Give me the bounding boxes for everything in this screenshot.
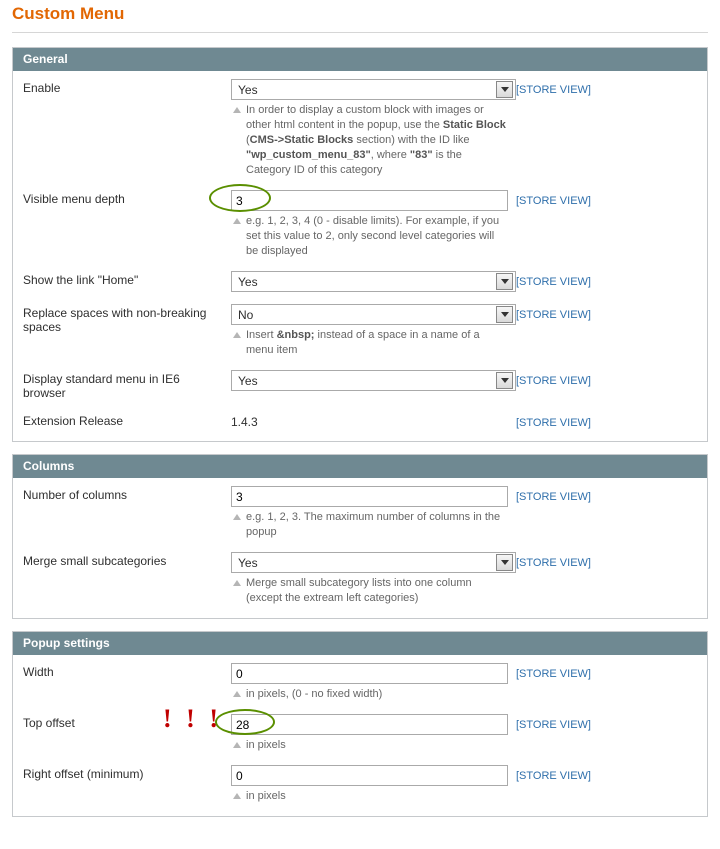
select-ie6[interactable]: Yes — [231, 370, 516, 391]
row-popup-right: Right offset (minimum) in pixels [STORE … — [13, 757, 707, 816]
row-columns-merge: Merge small subcategories Yes Merge smal… — [13, 544, 707, 618]
label-enable: Enable — [23, 79, 231, 95]
hint-popup-right: in pixels — [231, 789, 508, 804]
scope-link[interactable]: [STORE VIEW] — [516, 375, 591, 387]
chevron-down-icon — [501, 312, 509, 317]
select-nbsp-value: No — [238, 308, 253, 322]
select-home-value: Yes — [238, 275, 258, 289]
section-popup: Popup settings Width in pixels, (0 - no … — [12, 631, 708, 817]
row-enable: Enable Yes In order to display a custom … — [13, 71, 707, 182]
section-header-popup: Popup settings — [13, 632, 707, 655]
hint-columns-merge: Merge small subcategory lists into one c… — [231, 576, 508, 606]
select-merge-value: Yes — [238, 556, 258, 570]
chevron-down-icon — [501, 87, 509, 92]
row-home: Show the link "Home" Yes [STORE VIEW] — [13, 263, 707, 296]
label-release: Extension Release — [23, 412, 231, 428]
divider — [12, 32, 708, 33]
select-enable-value: Yes — [238, 83, 258, 97]
row-popup-width: Width in pixels, (0 - no fixed width) [S… — [13, 655, 707, 706]
scope-link[interactable]: [STORE VIEW] — [516, 309, 591, 321]
section-general: General Enable Yes In order to display a… — [12, 47, 708, 442]
hint-arrow-icon — [233, 691, 241, 697]
row-columns-count: Number of columns e.g. 1, 2, 3. The maxi… — [13, 478, 707, 544]
section-header-general: General — [13, 48, 707, 71]
row-nbsp: Replace spaces with non-breaking spaces … — [13, 296, 707, 362]
row-ie6: Display standard menu in IE6 browser Yes… — [13, 362, 707, 404]
hint-columns-count: e.g. 1, 2, 3. The maximum number of colu… — [231, 510, 508, 540]
scope-link[interactable]: [STORE VIEW] — [516, 668, 591, 680]
dropdown-button[interactable] — [496, 306, 513, 323]
page-title: Custom Menu — [12, 0, 708, 26]
hint-arrow-icon — [233, 793, 241, 799]
hint-arrow-icon — [233, 332, 241, 338]
scope-link[interactable]: [STORE VIEW] — [516, 195, 591, 207]
label-columns-merge: Merge small subcategories — [23, 552, 231, 568]
label-columns-count: Number of columns — [23, 486, 231, 502]
scope-link[interactable]: [STORE VIEW] — [516, 770, 591, 782]
label-nbsp: Replace spaces with non-breaking spaces — [23, 304, 231, 334]
input-columns-count[interactable] — [231, 486, 508, 507]
dropdown-button[interactable] — [496, 81, 513, 98]
dropdown-button[interactable] — [496, 554, 513, 571]
chevron-down-icon — [501, 279, 509, 284]
section-header-columns: Columns — [13, 455, 707, 478]
hint-depth: e.g. 1, 2, 3, 4 (0 - disable limits). Fo… — [231, 214, 508, 259]
hint-popup-top: in pixels — [231, 738, 508, 753]
hint-popup-width: in pixels, (0 - no fixed width) — [231, 687, 508, 702]
hint-arrow-icon — [233, 514, 241, 520]
dropdown-button[interactable] — [496, 372, 513, 389]
label-popup-top: Top offset — [23, 714, 231, 730]
scope-link[interactable]: [STORE VIEW] — [516, 84, 591, 96]
input-popup-width[interactable] — [231, 663, 508, 684]
hint-enable: In order to display a custom block with … — [231, 103, 508, 178]
row-release: Extension Release 1.4.3 [STORE VIEW] — [13, 404, 707, 441]
hint-arrow-icon — [233, 742, 241, 748]
chevron-down-icon — [501, 560, 509, 565]
label-ie6: Display standard menu in IE6 browser — [23, 370, 231, 400]
select-ie6-value: Yes — [238, 374, 258, 388]
scope-link[interactable]: [STORE VIEW] — [516, 276, 591, 288]
label-popup-width: Width — [23, 663, 231, 679]
input-popup-top[interactable] — [231, 714, 508, 735]
select-merge[interactable]: Yes — [231, 552, 516, 573]
scope-link[interactable]: [STORE VIEW] — [516, 417, 591, 429]
input-popup-right[interactable] — [231, 765, 508, 786]
select-home[interactable]: Yes — [231, 271, 516, 292]
hint-arrow-icon — [233, 107, 241, 113]
select-enable[interactable]: Yes — [231, 79, 516, 100]
select-nbsp[interactable]: No — [231, 304, 516, 325]
input-visible-menu-depth[interactable] — [231, 190, 508, 211]
hint-arrow-icon — [233, 218, 241, 224]
hint-arrow-icon — [233, 580, 241, 586]
label-depth: Visible menu depth — [23, 190, 231, 206]
row-popup-top: Top offset in pixels [STORE VIEW] ! ! ! — [13, 706, 707, 757]
scope-link[interactable]: [STORE VIEW] — [516, 491, 591, 503]
chevron-down-icon — [501, 378, 509, 383]
hint-nbsp: Insert &nbsp; instead of a space in a na… — [231, 328, 508, 358]
dropdown-button[interactable] — [496, 273, 513, 290]
scope-link[interactable]: [STORE VIEW] — [516, 557, 591, 569]
scope-link[interactable]: [STORE VIEW] — [516, 719, 591, 731]
section-columns: Columns Number of columns e.g. 1, 2, 3. … — [12, 454, 708, 619]
label-popup-right: Right offset (minimum) — [23, 765, 231, 781]
row-depth: Visible menu depth e.g. 1, 2, 3, 4 (0 - … — [13, 182, 707, 263]
label-home: Show the link "Home" — [23, 271, 231, 287]
value-release: 1.4.3 — [231, 412, 508, 429]
